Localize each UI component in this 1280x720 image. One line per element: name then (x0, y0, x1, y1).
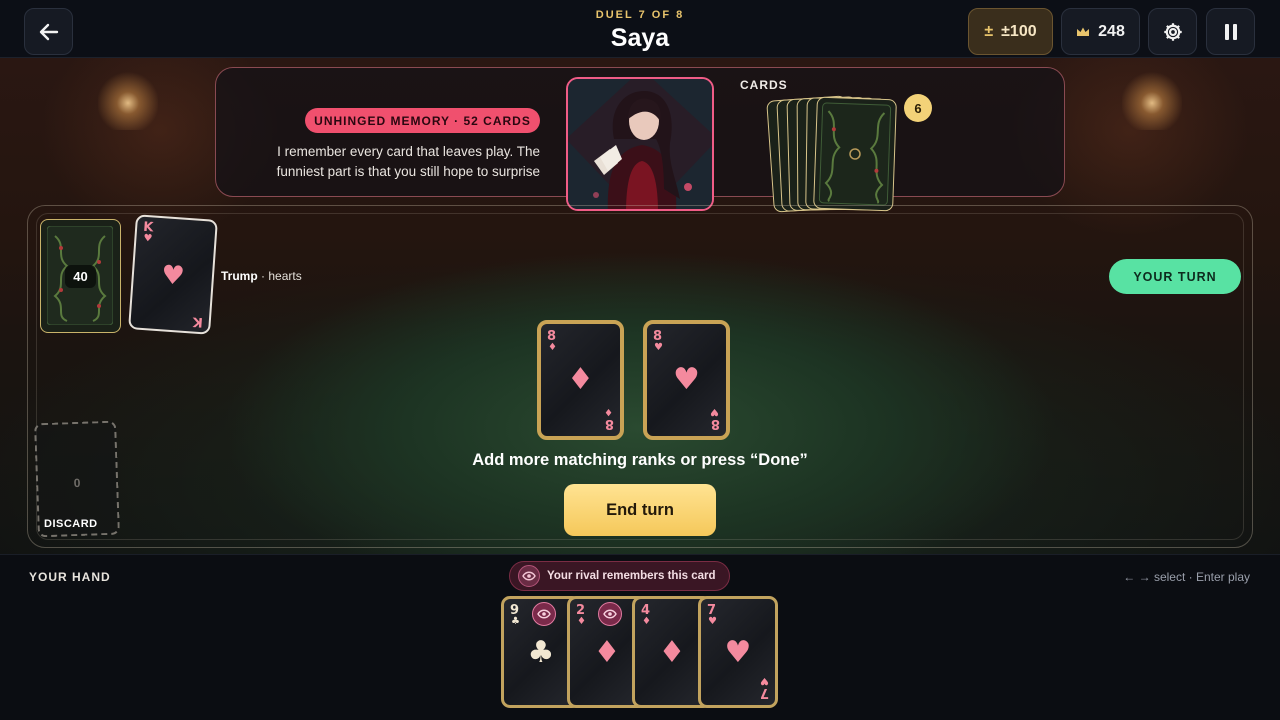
card-suit-center: ♥ (673, 362, 700, 397)
opponent-portrait (566, 77, 714, 211)
trump-card-rank-bottom: K (192, 313, 204, 330)
stake-badge: ± ±100 (968, 8, 1053, 55)
played-card[interactable]: 8 ♦ ♦ ♦ 8 (537, 320, 624, 440)
stake-value: ±100 (1001, 22, 1037, 40)
your-hand-label: YOUR HAND (29, 570, 111, 584)
plus-minus-icon: ± (984, 22, 994, 40)
hand-card[interactable]: 7 ♥ ♥ ♥ 7 (698, 596, 778, 708)
card-suit-small-bottom: ♥ (760, 675, 769, 686)
card-suit-small: ♥ (708, 616, 717, 627)
trump-card-suit-small: ♥ (143, 232, 153, 245)
played-card[interactable]: 8 ♥ ♥ ♥ 8 (643, 320, 730, 440)
trump-card-suit-center: ♥ (160, 260, 186, 292)
card-suit-small: ♦ (548, 342, 557, 353)
card-suit-small-bottom: ♥ (710, 406, 719, 417)
arrow-left-icon (39, 23, 58, 40)
opponent-quote: I remember every card that leaves play. … (276, 144, 540, 179)
discard-count: 0 (73, 475, 81, 491)
discard-label: DISCARD (44, 518, 98, 530)
opponent-avatar-illustration (568, 79, 712, 209)
opponent-cards-label: CARDS (740, 78, 788, 92)
draw-deck[interactable]: 40 (40, 219, 121, 333)
card-suit-small: ♥ (654, 342, 663, 353)
card-rank-bottom: 8 (710, 416, 720, 431)
opponent-card-back (813, 96, 897, 212)
pause-icon (1224, 23, 1237, 40)
chandelier-right (1122, 70, 1182, 130)
crown-icon (1077, 27, 1090, 36)
score-value: 248 (1098, 22, 1125, 40)
memory-ability-badge: UNHINGED MEMORY · 52 CARDS (305, 108, 540, 133)
card-suit-small: ♣ (511, 616, 520, 627)
settings-button[interactable] (1148, 8, 1197, 55)
gear-icon (1163, 22, 1182, 41)
card-suit-small-bottom: ♦ (604, 406, 613, 417)
chandelier-left (98, 70, 158, 130)
keyboard-hint: ← → select · Enter play (1123, 570, 1250, 584)
score-badge: 248 (1061, 8, 1140, 55)
top-bar: DUEL 7 OF 8 Saya ± ±100 248 (0, 0, 1280, 58)
rival-memory-text: Your rival remembers this card (547, 570, 716, 582)
rival-memory-notice: Your rival remembers this card (509, 561, 730, 591)
trump-card: K ♥ ♥ K (128, 214, 218, 335)
deck-count: 40 (65, 264, 96, 288)
eye-icon (518, 565, 540, 587)
opponent-card-count: 6 (904, 94, 932, 122)
card-suit-small: ♦ (577, 616, 586, 627)
card-suit-center: ♥ (724, 635, 752, 670)
card-suit-center: ♦ (567, 362, 594, 397)
back-button[interactable] (24, 8, 73, 55)
turn-instruction: Add more matching ranks or press “Done” (472, 451, 808, 469)
trump-suit-name: · hearts (261, 269, 302, 283)
end-turn-button[interactable]: End turn (564, 484, 716, 536)
rival-remembers-eye-icon (532, 602, 556, 626)
trump-info: Trump · hearts (221, 269, 302, 283)
rival-remembers-eye-icon (598, 602, 622, 626)
card-rank-bottom: 7 (759, 685, 769, 700)
turn-indicator-badge: YOUR TURN (1109, 259, 1241, 294)
trump-label: Trump (221, 269, 258, 283)
card-rank-bottom: 8 (604, 416, 614, 431)
card-suit-small: ♦ (642, 616, 651, 627)
pause-button[interactable] (1206, 8, 1255, 55)
